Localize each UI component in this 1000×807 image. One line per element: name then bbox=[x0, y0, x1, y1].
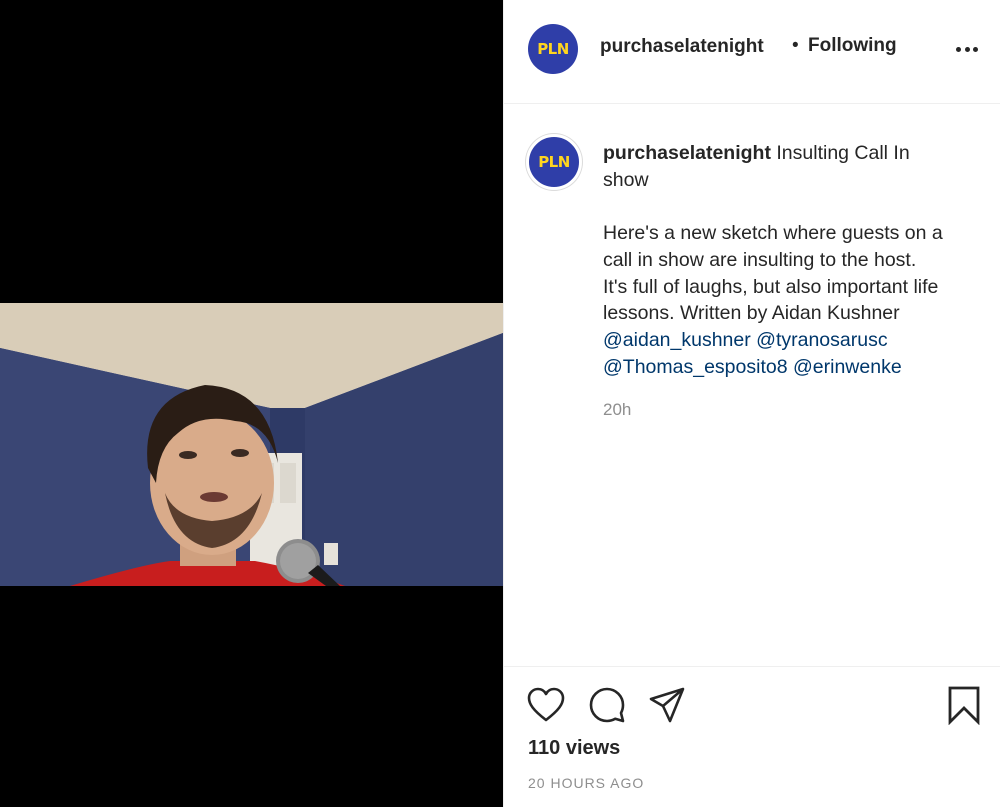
avatar-logo-text: PLN bbox=[537, 40, 569, 58]
video-frame-image bbox=[0, 303, 503, 586]
post-header: PLN purchaselatenight • Following bbox=[504, 0, 1000, 104]
comment-icon[interactable] bbox=[588, 686, 626, 724]
caption-avatar-logo-text: PLN bbox=[538, 153, 570, 171]
caption-body-line: It's full of laughs, but also important … bbox=[603, 275, 939, 298]
mention-link[interactable]: @erinwenke bbox=[793, 356, 902, 378]
caption-body-line: Here's a new sketch where guests on a bbox=[603, 222, 943, 245]
header-username-link[interactable]: purchaselatenight bbox=[600, 36, 764, 58]
mention-link[interactable]: @tyranosarusc bbox=[756, 329, 887, 351]
header-separator: • bbox=[792, 35, 799, 56]
caption-text: purchaselatenight Insulting Call In show… bbox=[603, 140, 993, 380]
caption-title-line-2: show bbox=[603, 168, 649, 191]
following-button[interactable]: Following bbox=[808, 35, 897, 57]
caption-title-line-1: Insulting Call In bbox=[776, 142, 910, 164]
caption-body-line: lessons. Written by Aidan Kushner bbox=[603, 302, 900, 325]
caption-avatar[interactable]: PLN bbox=[526, 134, 582, 190]
more-options-icon[interactable] bbox=[956, 38, 978, 60]
view-count[interactable]: 110 views bbox=[528, 737, 620, 760]
video-player[interactable] bbox=[0, 303, 503, 586]
actions-section: 110 views 20 HOURS AGO bbox=[504, 666, 1000, 807]
caption-section: PLN purchaselatenight Insulting Call In … bbox=[504, 104, 1000, 666]
share-icon[interactable] bbox=[648, 686, 686, 724]
post-details-panel: PLN purchaselatenight • Following PLN pu… bbox=[503, 0, 1000, 807]
account-avatar[interactable]: PLN bbox=[528, 24, 578, 74]
post-media[interactable] bbox=[0, 0, 503, 807]
mention-link[interactable]: @aidan_kushner bbox=[603, 329, 751, 351]
heart-icon[interactable] bbox=[527, 687, 565, 723]
post-timestamp[interactable]: 20 HOURS AGO bbox=[528, 775, 644, 791]
caption-body-line: call in show are insulting to the host. bbox=[603, 248, 917, 271]
bookmark-icon[interactable] bbox=[947, 685, 981, 725]
mention-link[interactable]: @Thomas_esposito8 bbox=[603, 356, 788, 378]
caption-time-ago[interactable]: 20h bbox=[603, 400, 631, 420]
caption-username-link[interactable]: purchaselatenight bbox=[603, 142, 771, 164]
